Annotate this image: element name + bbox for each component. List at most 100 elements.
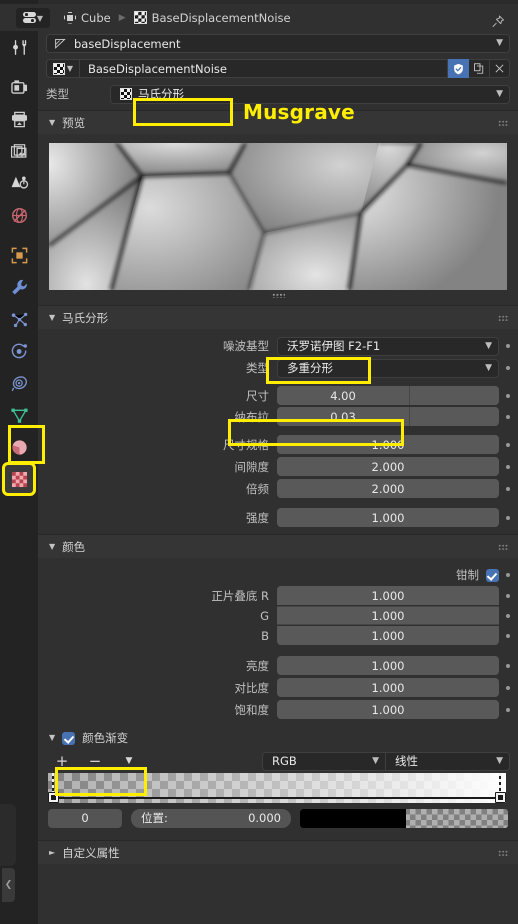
add-stop-button[interactable]: + bbox=[46, 753, 78, 769]
dimension-row: 尺寸规格 1.000 bbox=[38, 434, 518, 455]
sidebar-item-object-data[interactable] bbox=[4, 400, 34, 430]
colors-panel-header[interactable]: ▼ 颜色 bbox=[38, 534, 518, 558]
animate-property-dot[interactable] bbox=[506, 685, 510, 690]
saturation-slider[interactable]: 1.000 bbox=[277, 700, 499, 719]
particles-icon bbox=[11, 312, 27, 327]
animate-property-dot[interactable] bbox=[506, 442, 510, 447]
texture-type-value: 马氏分形 bbox=[138, 87, 184, 101]
fake-user-toggle[interactable] bbox=[448, 59, 469, 78]
animate-property-dot[interactable] bbox=[506, 573, 510, 577]
scene-cone-icon bbox=[11, 176, 28, 189]
ramp-stop-0[interactable] bbox=[48, 773, 59, 803]
ramp-tools-menu-button[interactable]: ▼ bbox=[112, 756, 146, 766]
unlink-texture-button[interactable] bbox=[490, 59, 510, 78]
ramp-stop-1[interactable] bbox=[495, 773, 506, 803]
color-ramp-gradient[interactable] bbox=[48, 773, 506, 803]
preview-resize-grip-icon[interactable] bbox=[271, 293, 285, 298]
sidebar-item-scene[interactable] bbox=[4, 168, 34, 198]
sidebar-item-object[interactable] bbox=[4, 240, 34, 270]
sidebar-item-tool[interactable] bbox=[4, 32, 34, 62]
dimension-slider[interactable]: 1.000 bbox=[277, 435, 499, 454]
sidebar-item-output[interactable] bbox=[4, 104, 34, 134]
nabla-value: 0.03 bbox=[330, 409, 356, 424]
contrast-slider[interactable]: 1.000 bbox=[277, 678, 499, 697]
breadcrumb: Cube ▶ BaseDisplacementNoise bbox=[64, 11, 291, 25]
animate-property-dot[interactable] bbox=[506, 344, 510, 348]
brightness-slider[interactable]: 1.000 bbox=[277, 656, 499, 675]
contrast-value: 1.000 bbox=[371, 680, 405, 695]
noise-basis-label: 噪波基型 bbox=[223, 339, 269, 353]
colors-panel-title: 颜色 bbox=[62, 539, 86, 554]
sidebar-item-physics[interactable] bbox=[4, 336, 34, 366]
properties-tab-rail: ❮ bbox=[0, 4, 38, 924]
factor-red-slider[interactable]: 1.000 bbox=[277, 586, 499, 605]
animate-property-dot[interactable] bbox=[506, 366, 510, 370]
modifier-slot-row: baseDisplacement ▼ bbox=[38, 31, 518, 56]
new-texture-copy-button[interactable] bbox=[469, 59, 490, 78]
collapse-rail-button[interactable]: ❮ bbox=[2, 868, 15, 902]
clamp-row: 钳制 bbox=[38, 565, 518, 585]
size-value-slider[interactable]: 4.00 bbox=[277, 386, 409, 405]
ramp-stop-color-fill bbox=[300, 808, 407, 828]
octaves-slider[interactable]: 2.000 bbox=[277, 479, 499, 498]
unlink-x-icon bbox=[495, 64, 504, 73]
animate-property-dot[interactable] bbox=[506, 707, 510, 712]
factor-green-slider[interactable]: 1.000 bbox=[277, 606, 499, 625]
animate-property-dot[interactable] bbox=[506, 613, 510, 618]
breadcrumb-object-label[interactable]: Cube bbox=[81, 11, 111, 25]
pin-icon[interactable] bbox=[491, 14, 505, 29]
clamp-checkbox[interactable] bbox=[486, 568, 499, 582]
animate-property-dot[interactable] bbox=[506, 486, 510, 491]
ramp-stop-color-swatch[interactable] bbox=[300, 808, 508, 828]
voronoi-preview-render bbox=[49, 143, 507, 290]
sidebar-item-material[interactable] bbox=[4, 432, 34, 462]
animate-property-dot[interactable] bbox=[506, 633, 510, 638]
factor-blue-slider[interactable]: 1.000 bbox=[277, 626, 499, 645]
ramp-position-label: 位置: bbox=[141, 811, 168, 825]
size-slider-remainder[interactable] bbox=[409, 386, 499, 405]
ramp-position-field[interactable]: 位置: 0.000 bbox=[131, 808, 291, 828]
intensity-slider[interactable]: 1.000 bbox=[277, 508, 499, 527]
texture-preview-image[interactable] bbox=[49, 143, 507, 290]
lacunarity-slider[interactable]: 2.000 bbox=[277, 457, 499, 476]
animate-property-dot[interactable] bbox=[506, 515, 510, 520]
color-ramp-subpanel-header[interactable]: ▼ 颜色渐变 bbox=[38, 727, 518, 749]
ramp-stop-handle[interactable] bbox=[495, 792, 506, 803]
sidebar-item-world[interactable] bbox=[4, 200, 34, 230]
sidebar-item-view-layer[interactable] bbox=[4, 136, 34, 166]
nabla-slider-remainder[interactable] bbox=[409, 407, 499, 426]
intensity-label: 强度 bbox=[246, 510, 269, 525]
color-ramp-enable-checkbox[interactable] bbox=[62, 731, 76, 745]
sidebar-item-particles[interactable] bbox=[4, 304, 34, 334]
material-sphere-icon bbox=[11, 439, 27, 455]
noise-basis-dropdown[interactable]: 沃罗诺伊图 F2-F1 ▼ bbox=[277, 336, 499, 356]
editor-type-selector[interactable]: ▼ bbox=[16, 7, 50, 28]
sidebar-item-constraints[interactable] bbox=[4, 368, 34, 398]
ramp-interpolation-dropdown[interactable]: 线性 ▼ bbox=[386, 751, 510, 771]
musgrave-type-dropdown[interactable]: 多重分形 ▼ bbox=[277, 358, 499, 378]
properties-header: ▼ Cube ▶ BaseDisplacementNoise bbox=[0, 4, 518, 31]
nabla-value-slider[interactable]: 0.03 bbox=[277, 407, 409, 426]
animate-property-dot[interactable] bbox=[506, 593, 510, 598]
custom-properties-panel-header[interactable]: ► 自定义属性 bbox=[38, 840, 518, 864]
animate-property-dot[interactable] bbox=[506, 663, 510, 668]
modifier-slot-selector[interactable]: baseDisplacement ▼ bbox=[46, 34, 510, 53]
color-ramp-title: 颜色渐变 bbox=[82, 731, 129, 745]
ramp-active-index-field[interactable]: 0 bbox=[48, 808, 122, 828]
ramp-color-mode-dropdown[interactable]: RGB ▼ bbox=[262, 751, 386, 771]
animate-property-dot[interactable] bbox=[506, 393, 510, 398]
animate-property-dot[interactable] bbox=[506, 464, 510, 469]
object-square-icon bbox=[11, 247, 27, 263]
texture-type-browse-button[interactable]: ▼ bbox=[46, 59, 80, 78]
factor-green-label: G bbox=[260, 608, 269, 623]
sidebar-item-modifiers[interactable] bbox=[4, 272, 34, 302]
texture-name-field[interactable]: BaseDisplacementNoise bbox=[80, 59, 448, 78]
sidebar-item-texture[interactable] bbox=[2, 462, 36, 496]
ramp-stop-handle[interactable] bbox=[48, 792, 59, 803]
breadcrumb-texture-label[interactable]: BaseDisplacementNoise bbox=[152, 11, 291, 25]
sidebar-item-render[interactable] bbox=[4, 72, 34, 102]
remove-stop-button[interactable]: − bbox=[78, 753, 112, 769]
animate-property-dot[interactable] bbox=[506, 414, 510, 419]
musgrave-panel-header[interactable]: ▼ 马氏分形 bbox=[38, 305, 518, 329]
ramp-baseline bbox=[48, 797, 506, 799]
